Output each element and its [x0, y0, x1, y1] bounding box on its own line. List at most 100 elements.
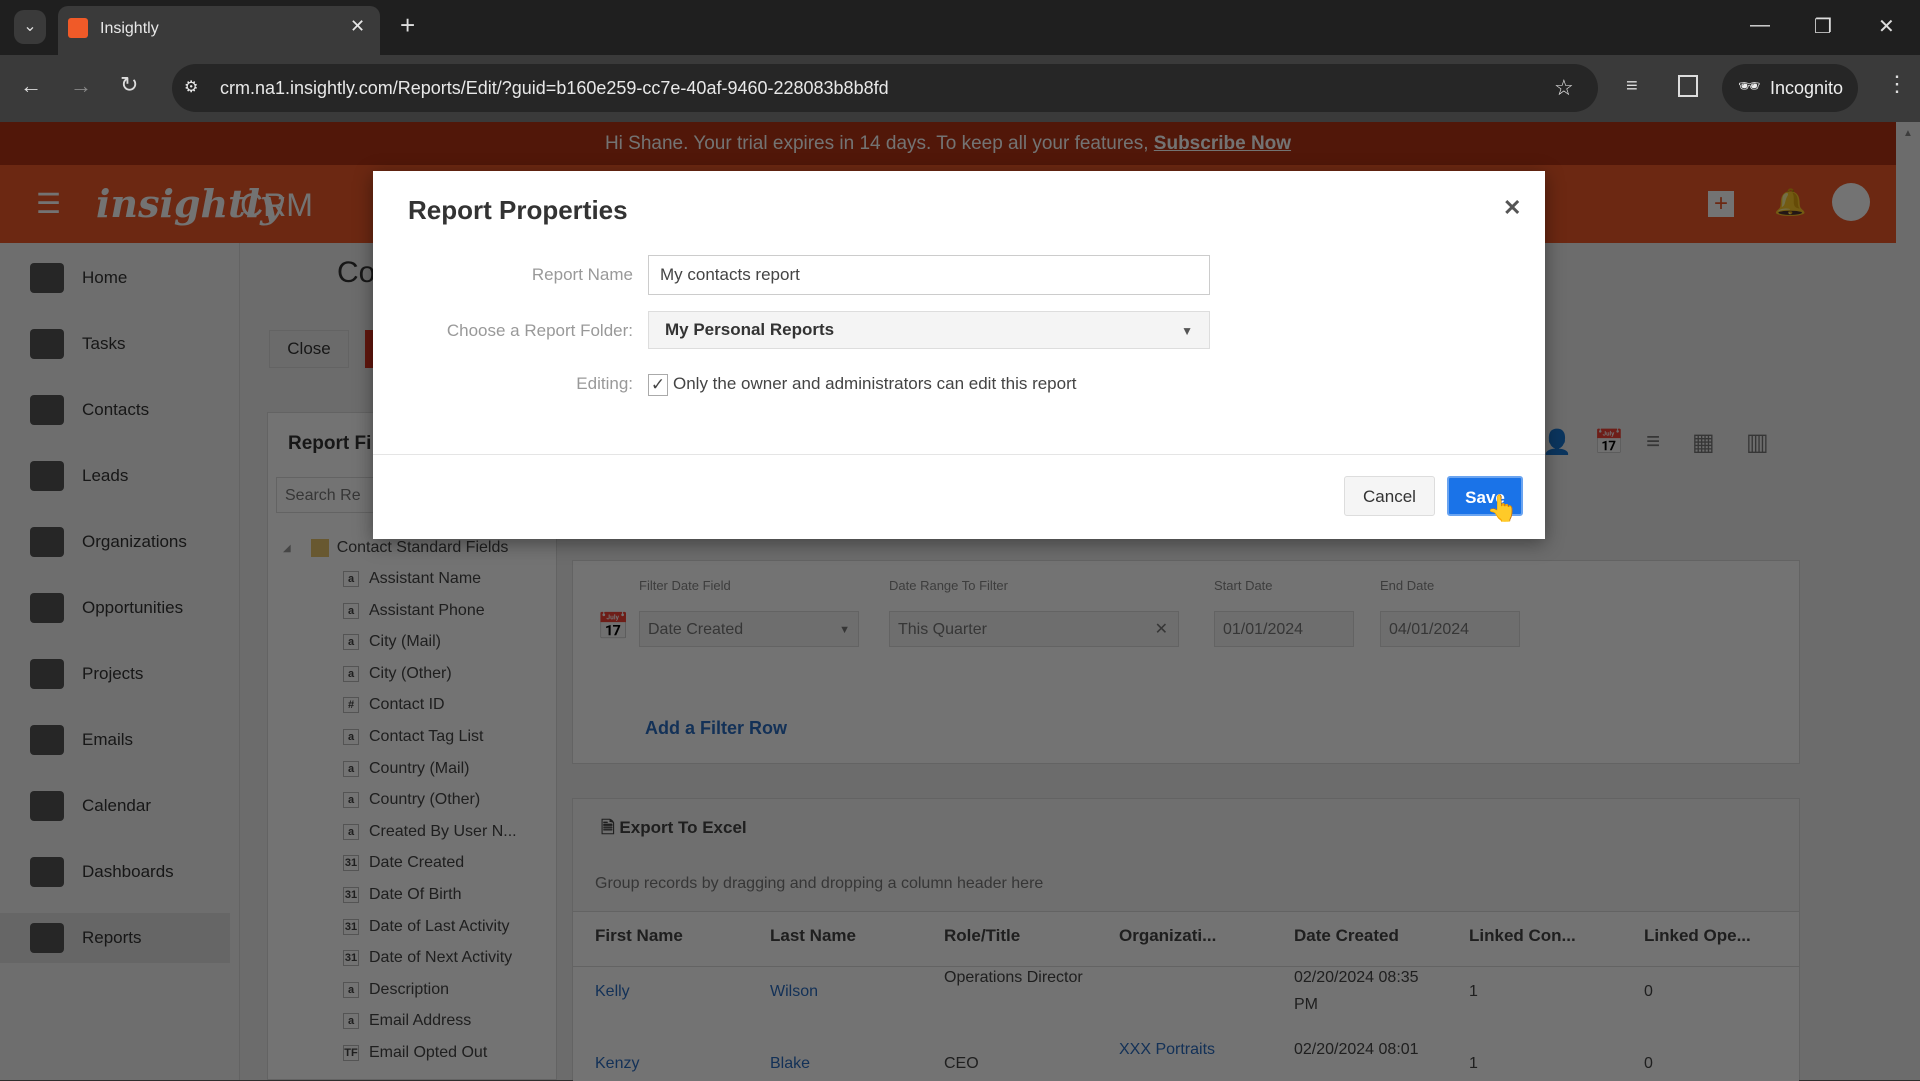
- field-item[interactable]: a Country (Other): [343, 791, 480, 809]
- start-date-input[interactable]: 01/01/2024: [1214, 611, 1354, 647]
- field-label: Assistant Name: [369, 570, 482, 587]
- report-toolbar: 👤 📅 ≡ ▦ ▥: [1542, 428, 1782, 458]
- sidebar-item-reports[interactable]: Reports: [0, 913, 230, 963]
- contact-icon[interactable]: 👤: [1542, 428, 1572, 457]
- clear-icon[interactable]: ✕: [1155, 612, 1168, 648]
- table-icon[interactable]: ▦: [1692, 428, 1715, 457]
- sidebar-item-calendar[interactable]: Calendar: [0, 781, 230, 831]
- date-range-input[interactable]: This Quarter ✕: [889, 611, 1179, 647]
- field-item[interactable]: # Contact ID: [343, 696, 445, 714]
- field-label: Country (Other): [369, 791, 481, 809]
- filter-panel: 📅 Filter Date Field Date Created ▼ Date R…: [572, 560, 1800, 764]
- field-item[interactable]: a Email Address: [343, 1012, 471, 1030]
- field-type-icon: 31: [343, 855, 359, 872]
- report-name-input[interactable]: My contacts report: [648, 255, 1210, 295]
- report-folder-label: Choose a Report Folder:: [446, 321, 633, 340]
- sidebar-item-home[interactable]: Home: [0, 253, 230, 303]
- grid-cell: Operations Director: [944, 969, 1083, 986]
- add-filter-row-link[interactable]: Add a Filter Row: [645, 718, 787, 739]
- field-item[interactable]: a Assistant Phone: [343, 602, 485, 620]
- grid-cell: 0: [1644, 1055, 1653, 1072]
- grid-cell: 02/20/2024 08:01: [1294, 1041, 1419, 1058]
- grid-cell[interactable]: Kelly: [595, 978, 745, 1005]
- field-type-icon: a: [343, 729, 359, 745]
- field-label: City (Other): [369, 664, 452, 682]
- field-item[interactable]: 31 Date Of Birth: [343, 886, 461, 904]
- select-value: Date Created: [648, 621, 744, 638]
- field-label: Date of Next Activity: [369, 949, 513, 967]
- report-fields-title: Report Fi: [288, 433, 372, 454]
- modal-backdrop[interactable]: Hi Shane. Your trial expires in 14 days.…: [0, 0, 1920, 1081]
- editing-checkbox-label[interactable]: Only the owner and administrators can ed…: [673, 374, 1076, 394]
- sidebar-label: Tasks: [82, 334, 126, 353]
- scroll-up-icon[interactable]: ▲: [1903, 128, 1913, 139]
- close-button[interactable]: Close: [269, 330, 349, 368]
- editing-checkbox[interactable]: ✓: [648, 374, 668, 396]
- column-header[interactable]: First Name: [595, 926, 683, 946]
- date-range-label: Date Range To Filter: [889, 578, 1008, 593]
- field-item[interactable]: 31 Date of Next Activity: [343, 949, 512, 967]
- sidebar-item-organizations[interactable]: Organizations: [0, 517, 230, 567]
- sidebar-item-opportunities[interactable]: Opportunities: [0, 583, 230, 633]
- column-header[interactable]: Linked Ope...: [1644, 926, 1751, 946]
- end-date-label: End Date: [1380, 578, 1435, 593]
- bell-icon[interactable]: 🔔: [1774, 187, 1806, 218]
- field-item[interactable]: 31 Date of Last Activity: [343, 918, 510, 936]
- sidebar-item-emails[interactable]: Emails: [0, 715, 230, 765]
- hamburger-menu-icon[interactable]: ☰: [36, 187, 61, 220]
- field-type-icon: a: [343, 981, 359, 998]
- field-item[interactable]: a Contact Tag List: [343, 728, 483, 746]
- field-item[interactable]: a Description: [343, 981, 449, 999]
- grid-cell[interactable]: Blake: [770, 1050, 920, 1077]
- opportunities-icon: [30, 593, 64, 623]
- field-item[interactable]: a Created By User N...: [343, 823, 517, 841]
- field-label: Description: [369, 980, 450, 998]
- calendar-toolbar-icon[interactable]: 📅: [1594, 428, 1624, 457]
- filter-date-field-select[interactable]: Date Created ▼: [639, 611, 859, 647]
- close-icon[interactable]: ✕: [1503, 195, 1521, 221]
- column-header[interactable]: Last Name: [770, 926, 856, 946]
- contacts-icon: [30, 395, 64, 425]
- field-item[interactable]: a Assistant Name: [343, 570, 481, 588]
- column-header[interactable]: Role/Title: [944, 926, 1020, 946]
- collapse-icon[interactable]: ◢: [283, 543, 291, 554]
- export-to-excel-button[interactable]: 🗎 Export To Excel: [601, 815, 747, 844]
- column-header[interactable]: Organizati...: [1119, 926, 1216, 946]
- sidebar-item-contacts[interactable]: Contacts: [0, 385, 230, 435]
- field-type-icon: a: [343, 823, 359, 840]
- field-label: Email Opted Out: [369, 1044, 488, 1061]
- grid-cell[interactable]: Kenzy: [595, 1050, 745, 1077]
- grid-cell: 02/20/2024 08:35 PM: [1294, 969, 1419, 1013]
- sidebar-item-dashboards[interactable]: Dashboards: [0, 847, 230, 897]
- sidebar-item-tasks[interactable]: Tasks: [0, 319, 230, 369]
- field-item[interactable]: 31 Date Created: [343, 854, 464, 872]
- field-item[interactable]: a City (Other): [343, 665, 452, 683]
- field-item[interactable]: a Country (Mail): [343, 760, 469, 778]
- subscribe-now-link[interactable]: Subscribe Now: [1154, 133, 1291, 154]
- user-avatar-icon[interactable]: [1832, 183, 1870, 221]
- page-scrollbar[interactable]: ▲: [1896, 122, 1920, 1080]
- chart-icon[interactable]: ▥: [1746, 428, 1769, 457]
- grid-cell[interactable]: Wilson: [770, 978, 920, 1005]
- field-type-icon: a: [343, 760, 359, 777]
- field-label: Date Of Birth: [369, 886, 462, 903]
- field-item[interactable]: TF Email Opted Out: [343, 1044, 487, 1062]
- field-label: Email Address: [369, 1012, 472, 1030]
- end-date-input[interactable]: 04/01/2024: [1380, 611, 1520, 647]
- field-type-icon: 31: [343, 950, 359, 967]
- report-folder-select[interactable]: My Personal Reports ▼: [648, 311, 1210, 349]
- tree-root[interactable]: ◢ Contact Standard Fields: [283, 539, 508, 557]
- home-icon: [30, 263, 64, 293]
- grid-cell: 1: [1469, 1055, 1478, 1072]
- filter-icon[interactable]: ≡: [1646, 428, 1660, 456]
- field-item[interactable]: a City (Mail): [343, 633, 441, 651]
- folder-value: My Personal Reports: [665, 320, 835, 339]
- column-header[interactable]: Date Created: [1294, 926, 1399, 946]
- field-label: Date Created: [369, 854, 465, 872]
- add-icon[interactable]: +: [1708, 191, 1734, 217]
- column-header[interactable]: Linked Con...: [1469, 926, 1576, 946]
- sidebar-item-projects[interactable]: Projects: [0, 649, 230, 699]
- cancel-button[interactable]: Cancel: [1344, 476, 1435, 516]
- sidebar-item-leads[interactable]: Leads: [0, 451, 230, 501]
- grid-cell[interactable]: XXX Portraits: [1119, 1036, 1269, 1063]
